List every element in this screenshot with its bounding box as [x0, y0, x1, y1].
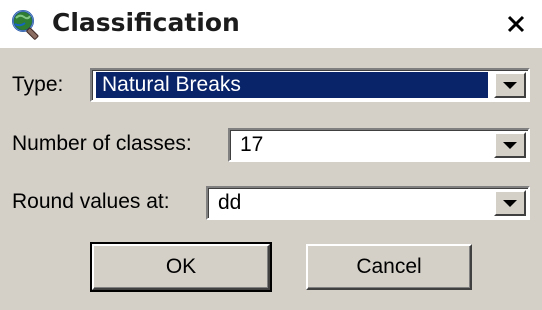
chevron-down-icon	[503, 199, 517, 207]
round-values-dropdown-button[interactable]	[494, 190, 526, 216]
window-title: Classification	[52, 8, 240, 37]
type-select-dropdown-button[interactable]	[494, 72, 526, 98]
type-select-value: Natural Breaks	[96, 72, 488, 98]
close-icon	[507, 15, 525, 33]
number-of-classes-label: Number of classes:	[12, 132, 192, 155]
type-label: Type:	[12, 73, 64, 96]
ok-button[interactable]: OK	[90, 242, 272, 292]
number-of-classes-dropdown-button[interactable]	[494, 132, 526, 158]
classification-dialog: Classification Type: Natural Breaks Numb…	[0, 0, 542, 310]
round-values-label: Round values at:	[12, 190, 170, 213]
number-of-classes-value: 17	[240, 133, 264, 156]
close-button[interactable]	[500, 10, 532, 38]
type-select[interactable]: Natural Breaks	[90, 68, 530, 102]
number-of-classes-select[interactable]: 17	[228, 128, 530, 162]
round-values-value: dd	[218, 191, 242, 214]
cancel-button[interactable]: Cancel	[306, 244, 472, 290]
chevron-down-icon	[503, 81, 517, 89]
chevron-down-icon	[503, 141, 517, 149]
title-bar[interactable]: Classification	[0, 0, 542, 48]
round-values-select[interactable]: dd	[206, 186, 530, 220]
dialog-body: Type: Natural Breaks Number of classes: …	[0, 48, 542, 310]
globe-magnifier-icon	[10, 8, 44, 40]
